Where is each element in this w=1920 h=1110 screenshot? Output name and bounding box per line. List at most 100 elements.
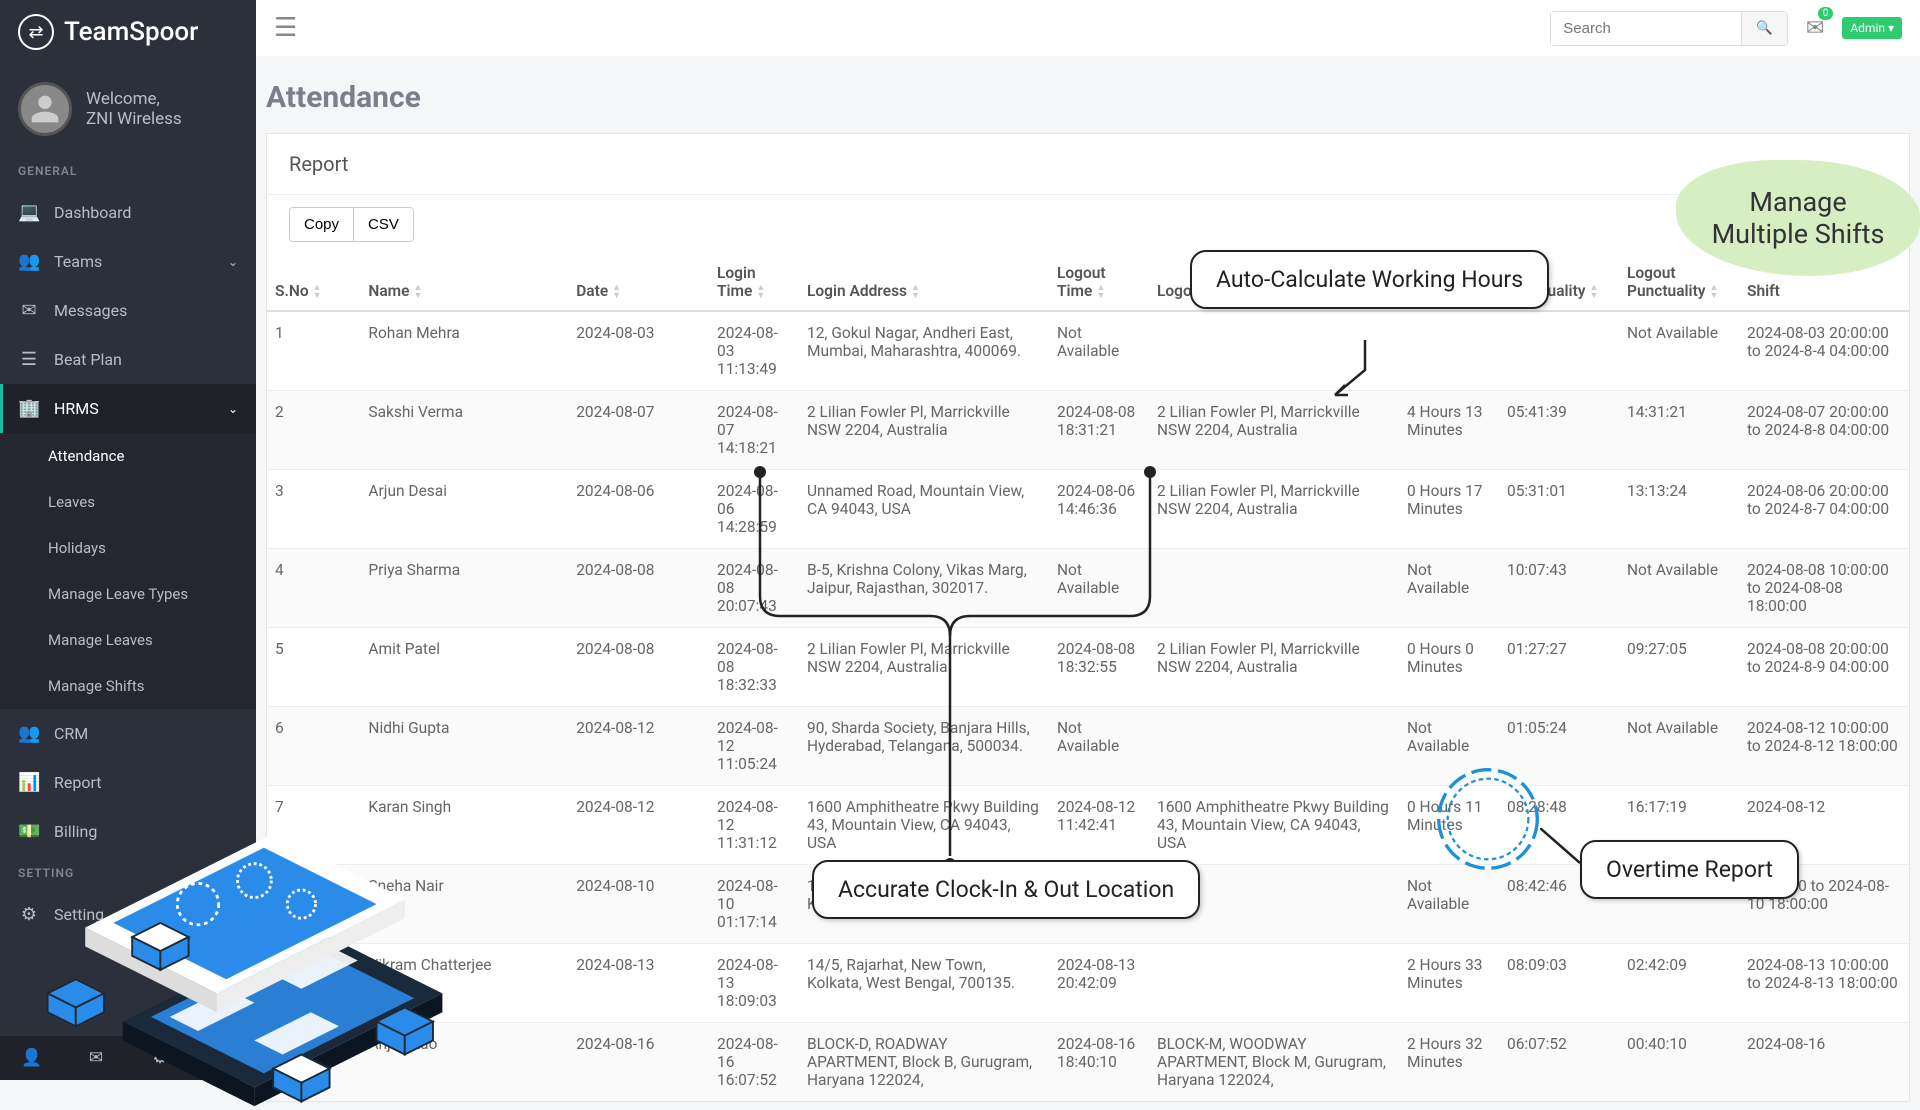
table-row[interactable]: 10 Anjali Rao 2024-08-16 2024-08-16 16:0… [267,1023,1909,1102]
cell-login-address: 2 Lilian Fowler Pl, Marrickville NSW 220… [799,391,1049,470]
sidebar-item-setting[interactable]: ⚙ Setting [0,890,256,939]
col-date[interactable]: Date▲▼ [568,254,709,311]
cell-name: Nidhi Gupta [360,707,568,786]
users-icon: 👥 [18,251,40,272]
hamburger-icon[interactable]: ☰ [274,13,297,43]
footer-mail-icon[interactable]: ✉ [64,1036,128,1080]
csv-button[interactable]: CSV [353,208,413,241]
cell-login-address: BLOCK-D, ROADWAY APARTMENT, Block B, Gur… [799,1023,1049,1102]
sidebar-item-leaves[interactable]: Leaves [0,479,256,525]
cell-login-time: 2024-08-12 11:31:12 [709,786,799,865]
sidebar-item-dashboard[interactable]: 💻 Dashboard [0,188,256,237]
cell-date: 2024-08-08 [568,628,709,707]
cell-logout-time: Not Available [1049,311,1149,391]
table-row[interactable]: 1 Rohan Mehra 2024-08-03 2024-08-03 11:1… [267,311,1909,391]
cell-login-time: 2024-08-13 18:09:03 [709,944,799,1023]
cell-name: Arjun Desai [360,470,568,549]
cell-shift: 2024-08-08 10:00:00 to 2024-08-08 18:00:… [1739,549,1909,628]
cell-logout-time: 2024-08-08 18:31:21 [1049,391,1149,470]
cell-sno: 7 [267,786,360,865]
cell-name: Sakshi Verma [360,391,568,470]
notifications-button[interactable]: ✉ 0 [1806,16,1824,41]
table-row[interactable]: 3 Arjun Desai 2024-08-06 2024-08-06 14:2… [267,470,1909,549]
table-row[interactable]: 9 Vikram Chatterjee 2024-08-13 2024-08-1… [267,944,1909,1023]
sidebar-item-manage-shifts[interactable]: Manage Shifts [0,663,256,709]
welcome-text: Welcome, [86,89,182,109]
col-login-time[interactable]: Login Time▲▼ [709,254,799,311]
cell-logout-time: Not Available [1049,707,1149,786]
cell-login-punctuality [1499,311,1619,391]
section-general: GENERAL [0,154,256,188]
chevron-down-icon: ⌄ [228,255,238,269]
cell-login-address: 2 Lilian Fowler Pl, Marrickville NSW 220… [799,628,1049,707]
avatar[interactable] [18,82,72,136]
cell-sno: 1 [267,311,360,391]
cell-login-address: B-5, Krishna Colony, Vikas Marg, Jaipur,… [799,549,1049,628]
footer-power-icon[interactable]: ⏻ [192,1036,256,1080]
cell-login-punctuality: 08:09:03 [1499,944,1619,1023]
col-name[interactable]: Name▲▼ [360,254,568,311]
cell-date: 2024-08-08 [568,549,709,628]
search-icon: 🔍 [1756,20,1773,35]
callout-clockin: Accurate Clock-In & Out Location [812,860,1200,919]
cell-date: 2024-08-13 [568,944,709,1023]
sidebar-item-crm[interactable]: 👥 CRM [0,709,256,758]
footer-user-icon[interactable]: 👤 [0,1036,64,1080]
sidebar-item-messages[interactable]: ✉ Messages [0,286,256,335]
callout-working-hours: Auto-Calculate Working Hours [1190,250,1549,309]
sidebar-item-hrms[interactable]: 🏢 HRMS ⌄ [0,384,256,433]
table-row[interactable]: 6 Nidhi Gupta 2024-08-12 2024-08-12 11:0… [267,707,1909,786]
col-sno[interactable]: S.No▲▼ [267,254,360,311]
cell-logout-punctuality: 13:13:24 [1619,470,1739,549]
cell-shift: 2024-08-16 [1739,1023,1909,1102]
cell-login-time: 2024-08-08 20:07:43 [709,549,799,628]
money-icon: 💵 [18,821,40,842]
sidebar-item-teams[interactable]: 👥 Teams ⌄ [0,237,256,286]
cell-sno: 2 [267,391,360,470]
admin-menu[interactable]: Admin ▾ [1842,17,1902,39]
col-logout-time[interactable]: Logout Time▲▼ [1049,254,1149,311]
cell-shift: 2024-08-03 20:00:00 to 2024-8-4 04:00:00 [1739,311,1909,391]
chart-icon: 📊 [18,772,40,793]
sidebar-item-attendance[interactable]: Attendance [0,433,256,479]
search-input[interactable] [1551,12,1741,45]
cell-sno: 10 [267,1023,360,1102]
cell-login-time: 2024-08-08 18:32:33 [709,628,799,707]
cell-shift: 2024-08-07 20:00:00 to 2024-8-8 04:00:00 [1739,391,1909,470]
sidebar-footer: 👤 ✉ ⚙ ⏻ [0,1036,256,1080]
sidebar-item-beat-plan[interactable]: ☰ Beat Plan [0,335,256,384]
topbar: ☰ 🔍 ✉ 0 Admin ▾ [256,0,1920,56]
cell-sno: 3 [267,470,360,549]
sidebar-item-manage-leaves[interactable]: Manage Leaves [0,617,256,663]
sidebar-item-billing[interactable]: 💵 Billing [0,807,256,856]
cell-name: Rohan Mehra [360,311,568,391]
cell-login-punctuality: 10:07:43 [1499,549,1619,628]
col-login-address[interactable]: Login Address▲▼ [799,254,1049,311]
cell-logout-time: 2024-08-13 20:42:09 [1049,944,1149,1023]
attendance-table: S.No▲▼ Name▲▼ Date▲▼ Login Time▲▼ Login … [267,254,1909,1101]
footer-gear-icon[interactable]: ⚙ [128,1036,192,1080]
cell-logout-time: Not Available [1049,549,1149,628]
cell-shift: 2024-08-08 20:00:00 to 2024-8-9 04:00:00 [1739,628,1909,707]
cell-login-address: 14/5, Rajarhat, New Town, Kolkata, West … [799,944,1049,1023]
list-icon: ☰ [18,349,40,370]
gear-icon: ⚙ [18,904,40,925]
brand-logo[interactable]: ⇄ TeamSpoor [0,0,256,64]
callout-text: Overtime Report [1580,840,1799,899]
table-row[interactable]: 2 Sakshi Verma 2024-08-07 2024-08-07 14:… [267,391,1909,470]
sidebar-item-manage-leave-types[interactable]: Manage Leave Types [0,571,256,617]
cell-login-punctuality: 05:31:01 [1499,470,1619,549]
sidebar-item-report[interactable]: 📊 Report [0,758,256,807]
search-button[interactable]: 🔍 [1741,12,1787,45]
cell-working: 0 Hours 17 Minutes [1399,470,1499,549]
table-row[interactable]: 4 Priya Sharma 2024-08-08 2024-08-08 20:… [267,549,1909,628]
callout-text: Accurate Clock-In & Out Location [812,860,1200,919]
sidebar-item-holidays[interactable]: Holidays [0,525,256,571]
cell-logout-time: 2024-08-06 14:46:36 [1049,470,1149,549]
cell-login-time: 2024-08-06 14:28:59 [709,470,799,549]
cell-logout-address: 2 Lilian Fowler Pl, Marrickville NSW 220… [1149,470,1399,549]
callout-text: Manage Multiple Shifts [1676,160,1920,276]
report-panel: Report Copy CSV Search: S.No▲▼ Name▲▼ Da… [266,133,1910,1102]
copy-button[interactable]: Copy [290,208,353,241]
table-row[interactable]: 5 Amit Patel 2024-08-08 2024-08-08 18:32… [267,628,1909,707]
